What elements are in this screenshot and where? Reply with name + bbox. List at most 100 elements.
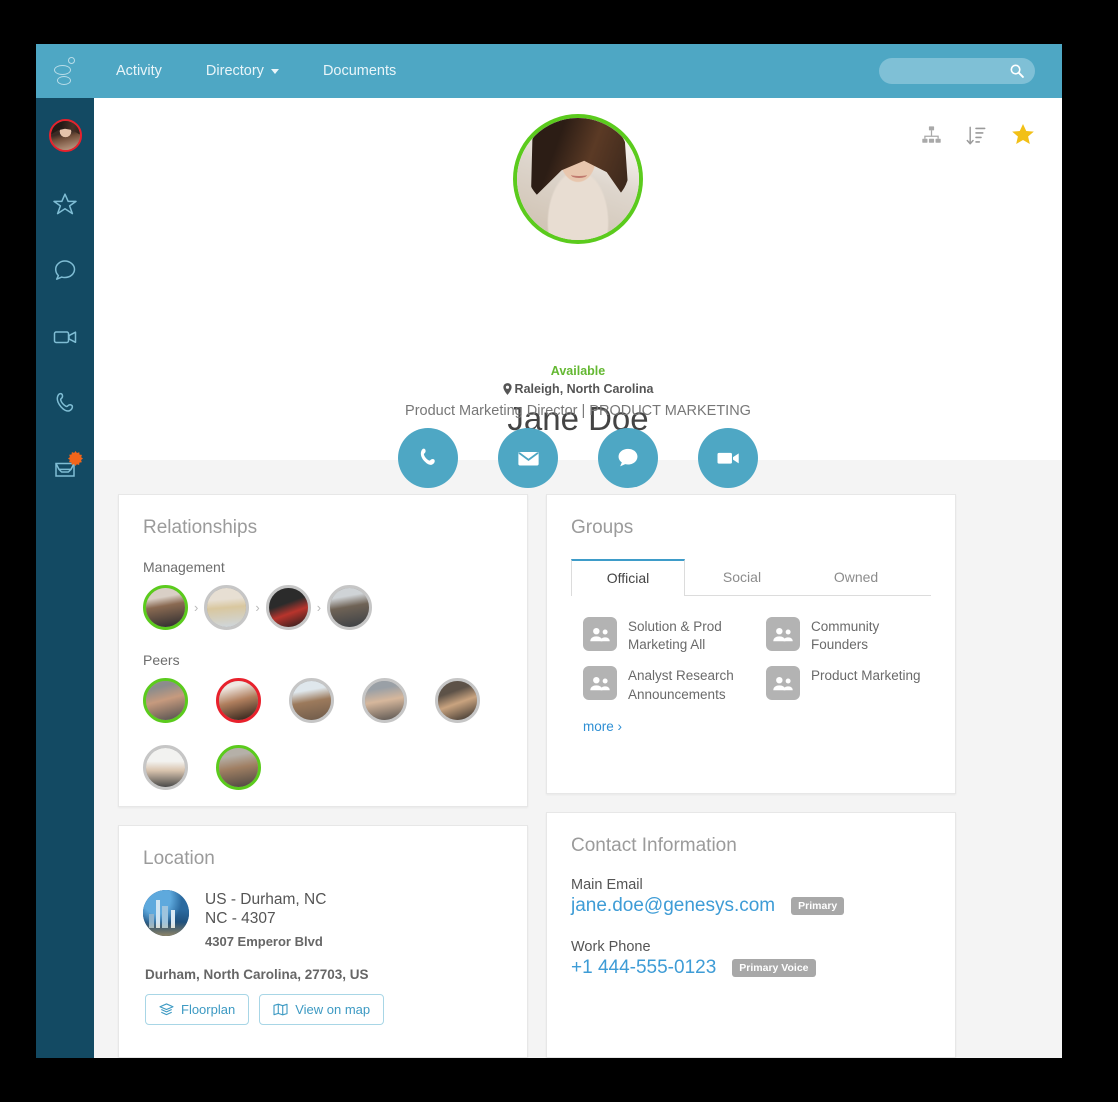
sidebar-avatar[interactable]	[48, 118, 82, 152]
avatar-image	[207, 588, 247, 627]
profile-photo[interactable]	[513, 114, 643, 244]
avatar-image	[219, 681, 258, 720]
profile-job-title: Product Marketing Director | PRODUCT MAR…	[405, 403, 751, 419]
sidebar-item-calls[interactable]	[36, 370, 94, 436]
peers-label: Peers	[143, 652, 180, 668]
group-item-label: Analyst Research Announcements	[628, 668, 734, 702]
profile-location: Raleigh, North Carolina	[94, 382, 1062, 396]
group-people-icon	[590, 676, 610, 691]
sidebar-item-video[interactable]	[36, 304, 94, 370]
group-item[interactable]: Community Founders	[766, 614, 931, 657]
video-button[interactable]	[698, 428, 758, 488]
nav-item-directory[interactable]: Directory	[184, 44, 301, 98]
peer-avatar-4[interactable]	[362, 678, 407, 723]
email-value[interactable]: jane.doe@genesys.com	[571, 895, 775, 917]
sidebar-item-inbox[interactable]	[36, 436, 94, 502]
logo-oval-top	[54, 65, 71, 75]
email-button[interactable]	[498, 428, 558, 488]
location-text-block: US - Durham, NC NC - 4307 4307 Emperor B…	[205, 890, 326, 949]
avatar-image	[330, 588, 370, 627]
chevron-down-icon	[270, 68, 279, 74]
profile-header-actions	[920, 122, 1036, 148]
nav-label-directory: Directory	[205, 63, 264, 79]
chain-separator: ›	[316, 600, 322, 615]
video-icon	[717, 452, 739, 464]
left-column: Relationships Management › › › Peers Loc…	[118, 494, 528, 1058]
video-camera-icon	[53, 331, 77, 344]
avatar-image	[219, 748, 258, 787]
profile-location-text: Raleigh, North Carolina	[514, 382, 654, 396]
tab-social[interactable]: Social	[685, 559, 799, 596]
email-block: Main Email jane.doe@genesys.com Primary	[571, 877, 931, 917]
phone-block: Work Phone +1 444-555-0123 Primary Voice	[571, 939, 931, 979]
phone-label: Work Phone	[571, 939, 651, 955]
contact-information-card: Contact Information Main Email jane.doe@…	[546, 812, 956, 1058]
group-item-label: Solution & Prod Marketing All	[628, 619, 722, 653]
contact-action-buttons	[94, 428, 1062, 488]
chat-icon	[618, 448, 638, 467]
group-icon	[766, 666, 800, 701]
location-line-1: US - Durham, NC	[205, 891, 327, 908]
location-card: Location US - Durham, NC NC - 4307 4307 …	[118, 825, 528, 1058]
phone-icon	[420, 448, 435, 465]
sidebar-item-profile[interactable]	[36, 98, 94, 172]
logo-oval-bottom	[57, 76, 71, 85]
logo-dot	[68, 57, 75, 64]
sort-descending-icon[interactable]	[965, 124, 988, 147]
layers-icon	[159, 1003, 174, 1015]
phone-value[interactable]: +1 444-555-0123	[571, 957, 716, 979]
group-item[interactable]: Analyst Research Announcements	[583, 663, 748, 706]
tab-owned[interactable]: Owned	[799, 559, 913, 596]
location-title: Location	[143, 848, 215, 869]
manager-avatar-2[interactable]	[204, 585, 250, 630]
peer-avatar-5[interactable]	[435, 678, 480, 723]
avatar-image	[292, 681, 331, 720]
peer-avatar-1[interactable]	[143, 678, 188, 723]
view-on-map-button[interactable]: View on map	[259, 993, 385, 1025]
search-icon[interactable]	[1009, 63, 1025, 79]
manager-avatar-4[interactable]	[327, 585, 373, 630]
management-label: Management	[143, 559, 225, 575]
floorplan-button-label: Floorplan	[181, 1001, 236, 1017]
floorplan-button[interactable]: Floorplan	[145, 993, 250, 1025]
search-input[interactable]	[879, 58, 1003, 84]
email-primary-badge: Primary	[791, 897, 845, 915]
logo-container[interactable]	[36, 44, 94, 98]
group-item-label: Community Founders	[811, 619, 880, 653]
status-badge: Available	[550, 364, 606, 378]
groups-more-link[interactable]: more ›	[583, 719, 622, 734]
group-item[interactable]: Product Marketing	[766, 663, 931, 706]
group-icon	[766, 617, 800, 651]
chain-separator: ›	[194, 600, 199, 615]
peer-avatar-7[interactable]	[216, 745, 261, 790]
sidebar-item-favorites[interactable]	[36, 172, 94, 238]
peer-avatar-6[interactable]	[143, 745, 188, 790]
map-pin-icon	[502, 383, 512, 395]
manager-avatar-1[interactable]	[143, 585, 188, 630]
tab-official[interactable]: Official	[571, 559, 685, 596]
phone-row: +1 444-555-0123 Primary Voice	[571, 957, 931, 979]
group-people-icon	[773, 676, 793, 691]
manager-avatar-3[interactable]	[265, 585, 311, 630]
phone-primary-voice-badge: Primary Voice	[732, 959, 816, 977]
left-sidebar	[36, 98, 94, 1058]
map-icon	[273, 1003, 288, 1016]
star-filled-icon[interactable]	[1010, 122, 1036, 148]
nav-item-documents[interactable]: Documents	[301, 44, 418, 98]
peer-avatar-2[interactable]	[216, 678, 261, 723]
location-row: US - Durham, NC NC - 4307 4307 Emperor B…	[143, 890, 503, 949]
org-chart-icon[interactable]	[920, 124, 943, 147]
group-item[interactable]: Solution & Prod Marketing All	[583, 614, 748, 657]
chat-button[interactable]	[598, 428, 658, 488]
envelope-icon	[517, 451, 539, 465]
avatar-image	[268, 588, 308, 627]
search-container[interactable]	[879, 58, 1035, 84]
nav-item-activity[interactable]: Activity	[94, 44, 184, 98]
city-photo	[143, 890, 189, 936]
sidebar-item-chat[interactable]	[36, 238, 94, 304]
relationships-title: Relationships	[143, 517, 258, 538]
group-icon	[583, 617, 617, 651]
peer-avatar-3[interactable]	[289, 678, 334, 723]
chain-separator: ›	[255, 600, 260, 615]
call-button[interactable]	[398, 428, 458, 488]
